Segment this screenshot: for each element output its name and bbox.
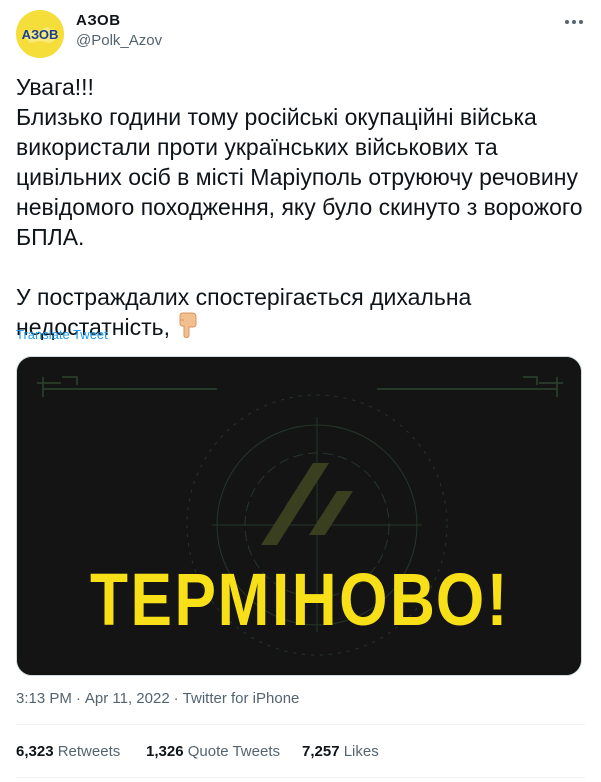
tweet-media-image[interactable]: ТЕРМІНОВО! — [16, 356, 582, 676]
divider — [16, 777, 585, 778]
tweet-text: Увага!!! Близько години тому російські о… — [16, 72, 586, 345]
avatar[interactable]: АЗОВ — [16, 10, 64, 58]
translate-tweet-link[interactable]: Translate Tweet — [16, 327, 108, 342]
tweet-time[interactable]: 3:13 PM — [16, 690, 72, 707]
author-name[interactable]: АЗОВ — [76, 12, 121, 29]
retweets-stat[interactable]: 6,323 Retweets — [16, 743, 120, 760]
tweet: АЗОВ АЗОВ @Polk_Azov Увага!!! Близько го… — [0, 0, 601, 782]
more-options-button[interactable] — [560, 8, 588, 36]
quote-tweets-stat[interactable]: 1,326 Quote Tweets — [146, 743, 280, 760]
tweet-source[interactable]: Twitter for iPhone — [183, 690, 300, 707]
pointing-down-emoji-icon — [174, 312, 198, 345]
tweet-meta: 3:13 PM · Apr 11, 2022 · Twitter for iPhone — [16, 690, 300, 707]
author-handle[interactable]: @Polk_Azov — [76, 32, 162, 49]
tweet-date[interactable]: Apr 11, 2022 — [85, 690, 170, 707]
avatar-logo-text: АЗОВ — [22, 27, 59, 42]
tweet-paragraph: Увага!!! — [16, 74, 94, 100]
tweet-paragraph: Близько години тому російські окупаційні… — [16, 104, 583, 250]
media-headline: ТЕРМІНОВО! — [90, 558, 510, 641]
ellipsis-icon — [565, 20, 569, 24]
likes-stat[interactable]: 7,257 Likes — [302, 743, 379, 760]
divider — [16, 724, 585, 725]
